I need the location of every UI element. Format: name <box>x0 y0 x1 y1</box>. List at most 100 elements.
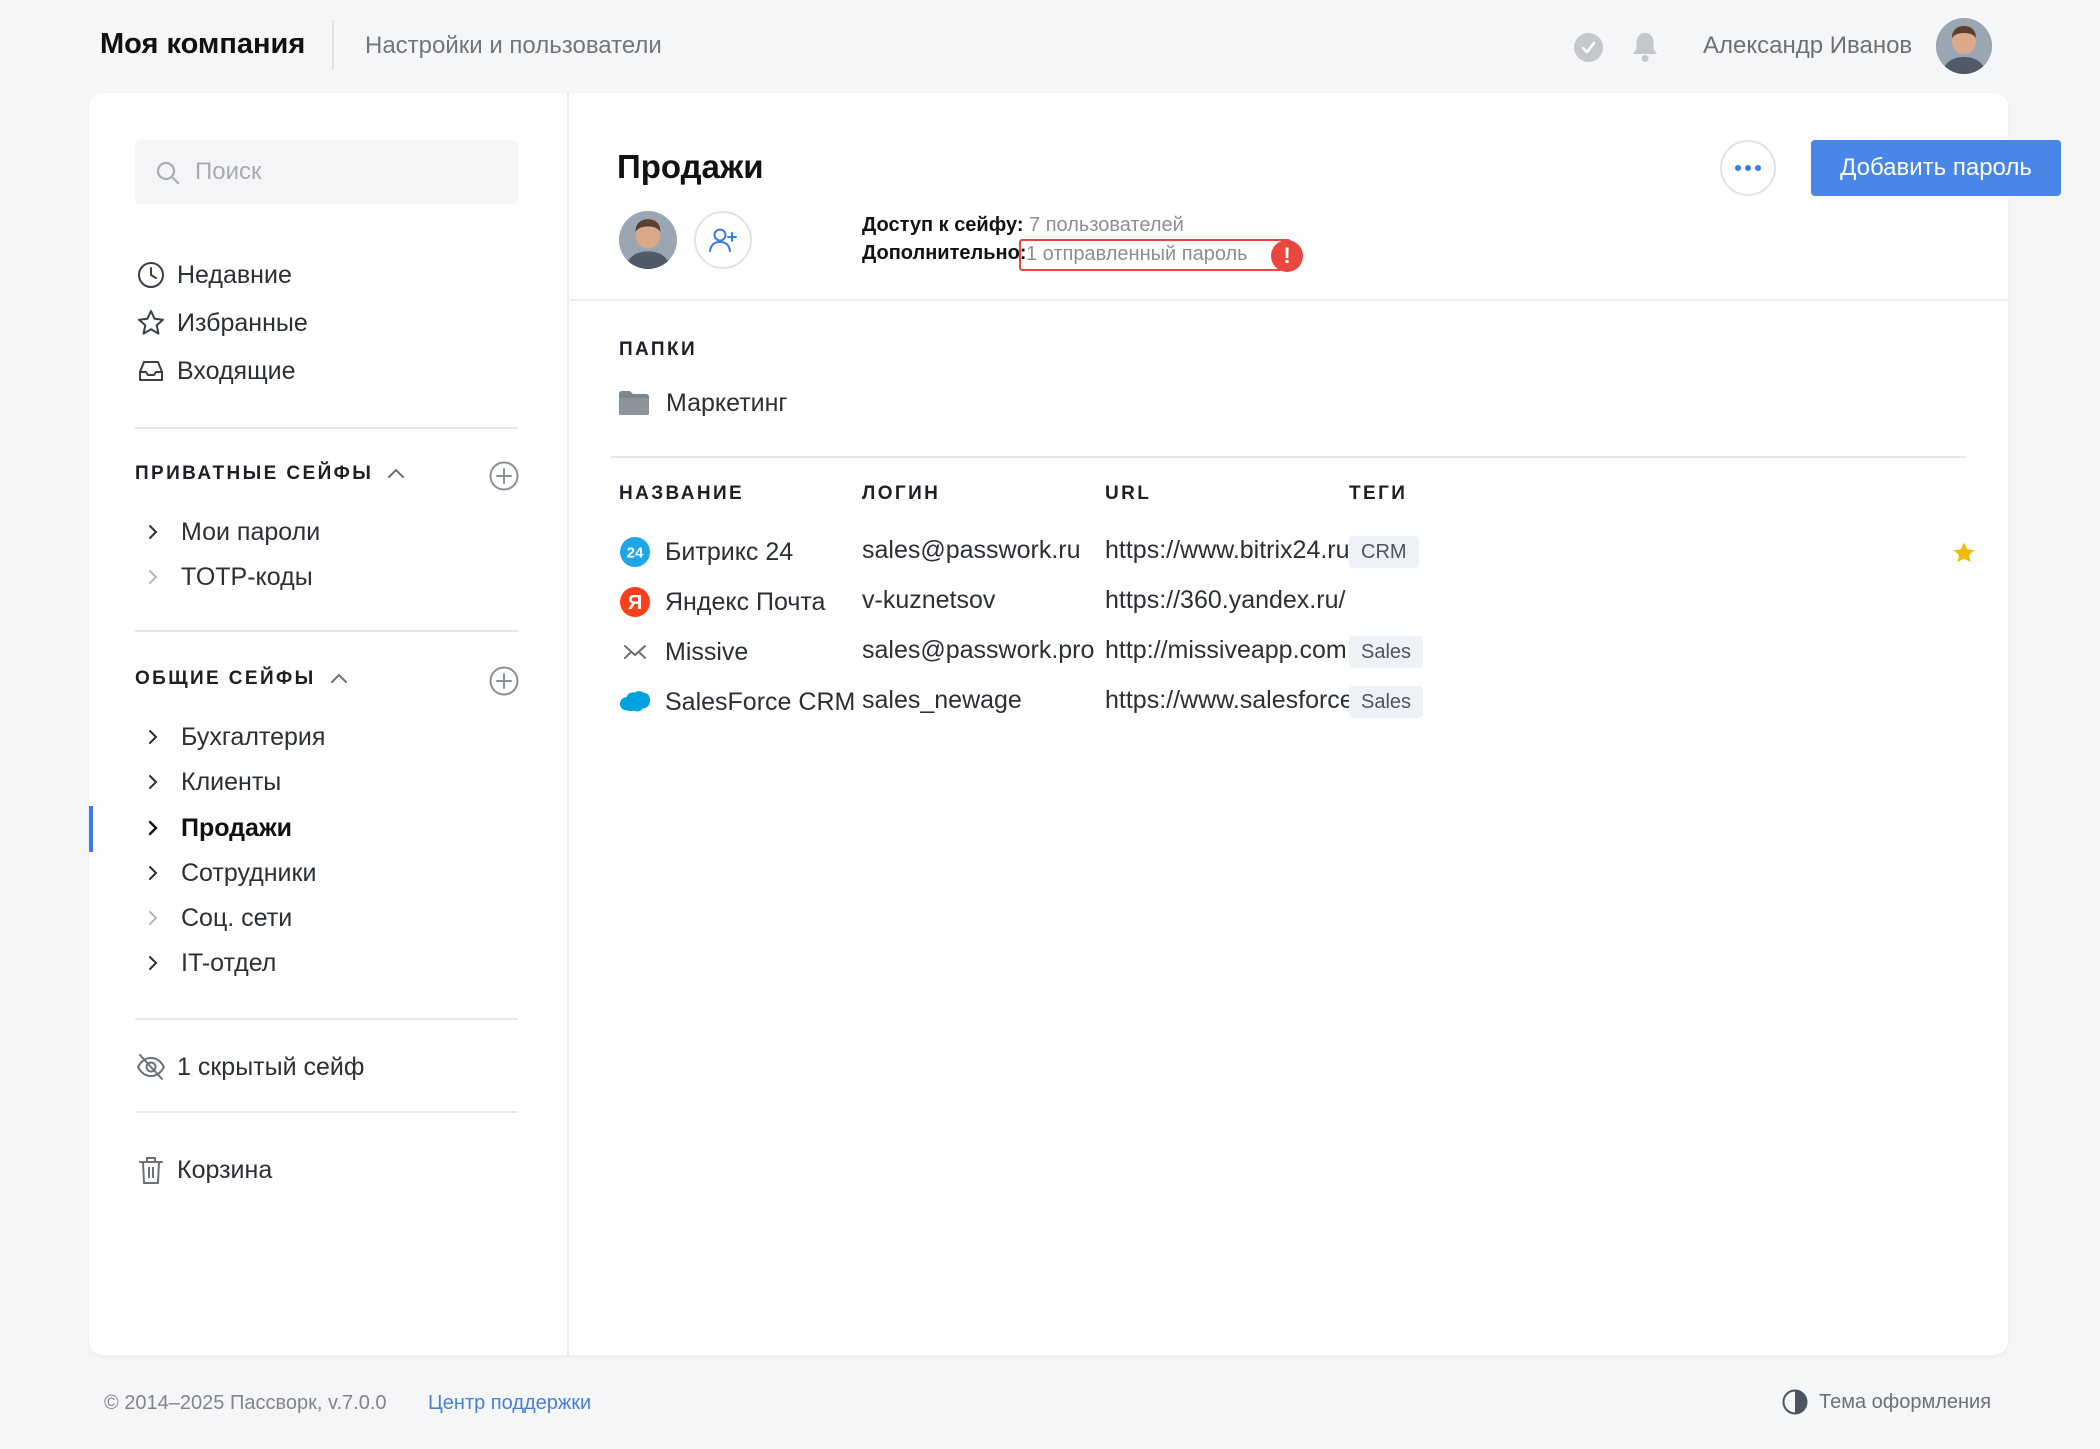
nav-recent[interactable]: Недавние <box>135 255 292 295</box>
user-avatar[interactable] <box>1936 18 1992 74</box>
folder-item[interactable]: Маркетинг <box>618 383 788 423</box>
search-box[interactable] <box>135 140 518 204</box>
copyright: © 2014–2025 Пассворк, v.7.0.0 <box>104 1392 387 1414</box>
active-indicator <box>89 806 93 852</box>
item-url[interactable]: https://360.yandex.ru/ <box>1105 586 1345 615</box>
bitrix24-icon: 24 <box>619 536 651 568</box>
vault-content: Продажи Добавить пароль Доступ к сейфу: … <box>570 93 2061 1355</box>
main-card: Недавние Избранные Входящие ПРИВАТНЫЕ СЕ… <box>89 93 2061 1355</box>
trash-icon <box>135 1154 167 1186</box>
clock-icon <box>135 259 167 291</box>
eye-off-icon <box>135 1051 167 1083</box>
favorite-star-icon[interactable] <box>1951 540 1977 571</box>
theme-toggle[interactable]: Тема оформления <box>1781 1388 1991 1416</box>
item-login: v-kuznetsov <box>862 586 996 614</box>
add-private-vault-icon[interactable] <box>488 460 520 492</box>
vault-totp[interactable]: TOTP-коды <box>143 559 313 595</box>
table-row[interactable]: 24 Битрикс 24 sales@passwork.ru https://… <box>611 528 1975 574</box>
nav-inbox-label: Входящие <box>177 356 296 385</box>
vault-sales[interactable]: Продажи <box>143 810 292 846</box>
support-link[interactable]: Центр поддержки <box>428 1392 591 1415</box>
missive-icon <box>619 636 651 668</box>
vault-label: Сотрудники <box>181 858 317 887</box>
chevron-right-icon <box>143 774 163 790</box>
yandex-icon-text: Я <box>628 592 642 614</box>
vault-label: IT-отдел <box>181 948 277 977</box>
top-bar: Моя компания Настройки и пользователи Ал… <box>0 0 2100 92</box>
sent-password-label: 1 отправленный пароль <box>1026 243 1248 265</box>
salesforce-icon <box>619 686 651 718</box>
settings-link[interactable]: Настройки и пользователи <box>365 32 662 60</box>
item-name-label: Битрикс 24 <box>665 537 794 566</box>
table-row[interactable]: SalesForce CRM sales_newage https://www.… <box>611 678 1967 724</box>
column-header-name[interactable]: НАЗВАНИЕ <box>619 483 744 505</box>
vault-employees[interactable]: Сотрудники <box>143 855 316 891</box>
divider <box>611 456 1967 458</box>
item-name-label: Missive <box>665 637 749 666</box>
bell-icon[interactable] <box>1629 30 1661 69</box>
vault-label: Клиенты <box>181 767 282 796</box>
chevron-up-icon <box>330 668 348 690</box>
vault-label: Продажи <box>181 813 293 842</box>
vault-label: Соц. сети <box>181 903 293 932</box>
chevron-right-icon <box>143 910 163 926</box>
star-icon <box>135 307 167 339</box>
private-vaults-title: ПРИВАТНЫЕ СЕЙФЫ <box>135 463 374 484</box>
item-name: SalesForce CRM <box>619 686 855 718</box>
vault-label: TOTP-коды <box>181 562 313 591</box>
hidden-vaults[interactable]: 1 скрытый сейф <box>135 1047 364 1087</box>
item-login: sales@passwork.pro <box>862 636 1095 664</box>
access-label: Доступ к сейфу: <box>862 214 1024 236</box>
sent-password-link[interactable]: 1 отправленный пароль <box>1019 239 1291 271</box>
vault-label: Мои пароли <box>181 517 321 546</box>
folder-label: Маркетинг <box>666 388 788 417</box>
yandex-icon: Я <box>619 586 651 618</box>
table-row[interactable]: Missive sales@passwork.pro http://missiv… <box>611 628 1967 674</box>
shared-vaults-header[interactable]: ОБЩИЕ СЕЙФЫ <box>135 668 348 690</box>
add-password-button[interactable]: Добавить пароль <box>1811 140 2061 196</box>
item-name: Я Яндекс Почта <box>619 586 825 618</box>
item-name-label: Яндекс Почта <box>665 587 826 616</box>
tag-badge[interactable]: Sales <box>1349 636 1424 668</box>
private-vaults-header[interactable]: ПРИВАТНЫЕ СЕЙФЫ <box>135 463 405 485</box>
tag-badge[interactable]: Sales <box>1349 686 1424 718</box>
vault-my-passwords[interactable]: Мои пароли <box>143 514 320 550</box>
column-header-login[interactable]: ЛОГИН <box>862 483 940 505</box>
vault-accounting[interactable]: Бухгалтерия <box>143 719 325 755</box>
owner-avatar[interactable] <box>619 211 677 269</box>
contrast-icon <box>1782 1389 1808 1415</box>
item-name: 24 Битрикс 24 <box>619 536 793 568</box>
chevron-right-icon <box>143 569 163 585</box>
vault-it[interactable]: IT-отдел <box>143 945 276 981</box>
chevron-right-icon <box>143 524 163 540</box>
nav-favorites-label: Избранные <box>177 308 308 337</box>
vault-label: Бухгалтерия <box>181 722 326 751</box>
add-shared-vault-icon[interactable] <box>488 665 520 697</box>
folders-title: ПАПКИ <box>619 339 698 360</box>
access-users-link[interactable]: 7 пользователей <box>1029 214 1184 236</box>
user-name[interactable]: Александр Иванов <box>1703 32 1912 60</box>
tag-badge[interactable]: CRM <box>1349 536 1419 568</box>
add-user-icon <box>709 228 737 252</box>
chevron-right-icon <box>143 820 163 836</box>
divider <box>135 1018 518 1020</box>
divider <box>135 1111 518 1113</box>
extra-label: Дополнительно: <box>862 242 1027 264</box>
more-options-button[interactable] <box>1720 140 1776 196</box>
column-header-url[interactable]: URL <box>1105 483 1151 505</box>
alert-icon: ! <box>1271 240 1303 272</box>
search-input[interactable] <box>195 154 495 190</box>
company-name[interactable]: Моя компания <box>100 28 305 61</box>
table-row[interactable]: Я Яндекс Почта v-kuznetsov https://360.y… <box>611 578 1967 624</box>
trash[interactable]: Корзина <box>135 1150 272 1190</box>
vault-social[interactable]: Соц. сети <box>143 900 292 936</box>
item-url[interactable]: https://www.bitrix24.ru <box>1105 536 1350 565</box>
nav-favorites[interactable]: Избранные <box>135 303 308 343</box>
vault-clients[interactable]: Клиенты <box>143 764 281 800</box>
column-header-tags[interactable]: ТЕГИ <box>1349 483 1407 505</box>
item-url[interactable]: http://missiveapp.com <box>1105 636 1347 665</box>
invite-user-button[interactable] <box>694 211 752 269</box>
extra-info: Дополнительно: <box>862 242 1026 265</box>
check-status-icon[interactable] <box>1574 33 1603 62</box>
nav-inbox[interactable]: Входящие <box>135 351 296 391</box>
